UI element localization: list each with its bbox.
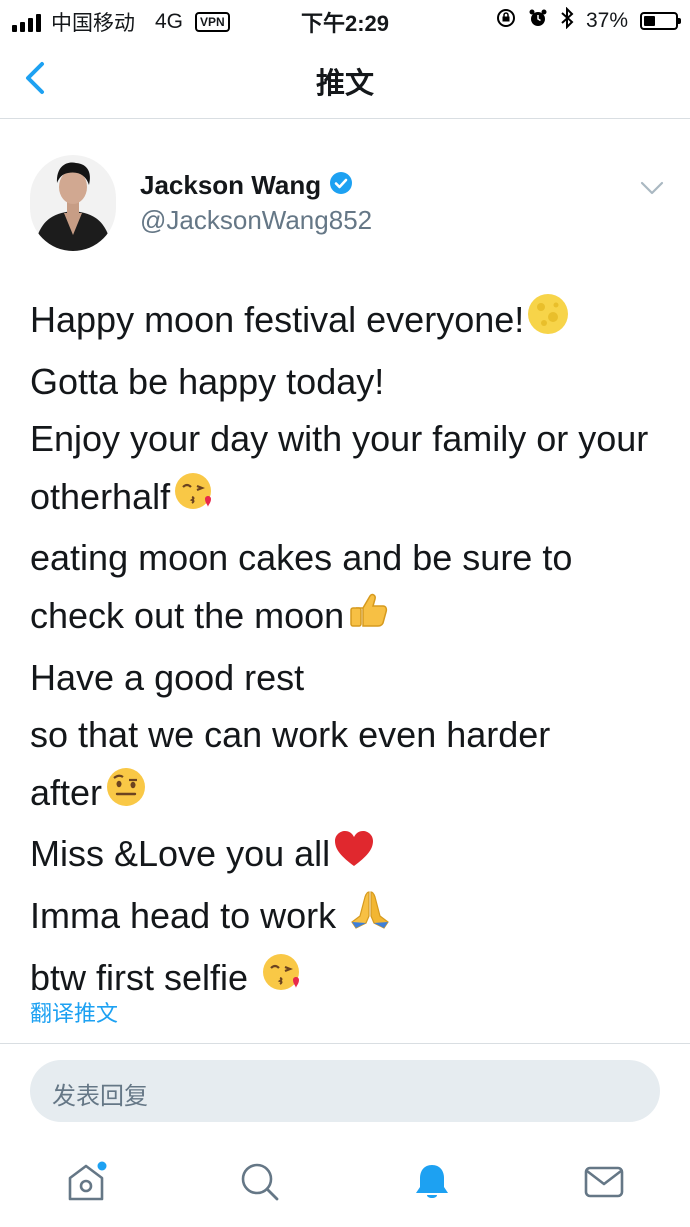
moon-emoji xyxy=(526,292,570,353)
thumbs-up-emoji xyxy=(346,588,390,649)
bluetooth-icon xyxy=(560,6,574,34)
tweet-line: Miss &Love you all xyxy=(30,825,670,887)
tweet-line: Imma head to work xyxy=(30,887,670,949)
author-name-row: Jackson Wang xyxy=(140,170,353,201)
tweet-line: Gotta be happy today! xyxy=(30,360,385,402)
tab-home[interactable] xyxy=(64,1160,108,1204)
avatar[interactable] xyxy=(30,155,116,251)
notifications-icon xyxy=(416,1165,448,1198)
divider xyxy=(0,1043,690,1044)
tweet-line: btw first selfie xyxy=(30,949,670,1011)
search-icon xyxy=(241,1163,279,1201)
status-bar: 中国移动 4G VPN 下午2:29 37% xyxy=(0,0,690,40)
reply-placeholder: 发表回复 xyxy=(52,1083,148,1110)
home-icon xyxy=(68,1161,107,1201)
kiss-emoji xyxy=(172,469,216,530)
heart-emoji xyxy=(332,827,376,888)
tweet-line: Have a good rest xyxy=(30,656,305,698)
praying-hands-emoji xyxy=(348,888,392,949)
raised-eyebrow-emoji xyxy=(104,765,148,826)
messages-icon xyxy=(584,1166,624,1198)
tweet-line: eating moon cakes and be sure to xyxy=(30,537,573,579)
tweet-line: check out the moon xyxy=(30,587,670,649)
status-bar-right: 37% xyxy=(496,6,681,34)
tweet-line: Enjoy your day with your family or your xyxy=(30,418,649,460)
tab-messages[interactable] xyxy=(582,1160,626,1204)
author-handle[interactable]: @JacksonWang852 xyxy=(140,205,372,236)
nav-bar: 推文 xyxy=(0,40,690,119)
battery-level-fill xyxy=(644,15,655,26)
tweet-line: so that we can work even harder xyxy=(30,714,551,756)
tab-bar xyxy=(0,1140,690,1227)
tweet-line: after xyxy=(30,764,670,826)
alarm-icon xyxy=(528,8,548,33)
battery-icon xyxy=(640,11,681,30)
battery-percent: 37% xyxy=(585,8,628,32)
tab-notifications[interactable] xyxy=(410,1160,454,1204)
author-name[interactable]: Jackson Wang xyxy=(140,170,321,201)
tweet-options-button[interactable] xyxy=(638,178,666,198)
tweet-line: Happy moon festival everyone! xyxy=(30,291,670,353)
verified-badge-icon xyxy=(329,171,353,200)
tweet-text: Happy moon festival everyone! Gotta be h… xyxy=(30,291,670,1011)
page-title: 推文 xyxy=(315,68,374,100)
translate-tweet-link[interactable]: 翻译推文 xyxy=(30,996,118,1028)
kiss-emoji xyxy=(260,950,304,1011)
chevron-down-icon xyxy=(640,181,664,195)
tweet-line: otherhalf xyxy=(30,468,670,530)
tab-search[interactable] xyxy=(238,1160,282,1204)
rotation-lock-icon xyxy=(496,8,516,33)
reply-input[interactable]: 发表回复 xyxy=(30,1060,660,1122)
